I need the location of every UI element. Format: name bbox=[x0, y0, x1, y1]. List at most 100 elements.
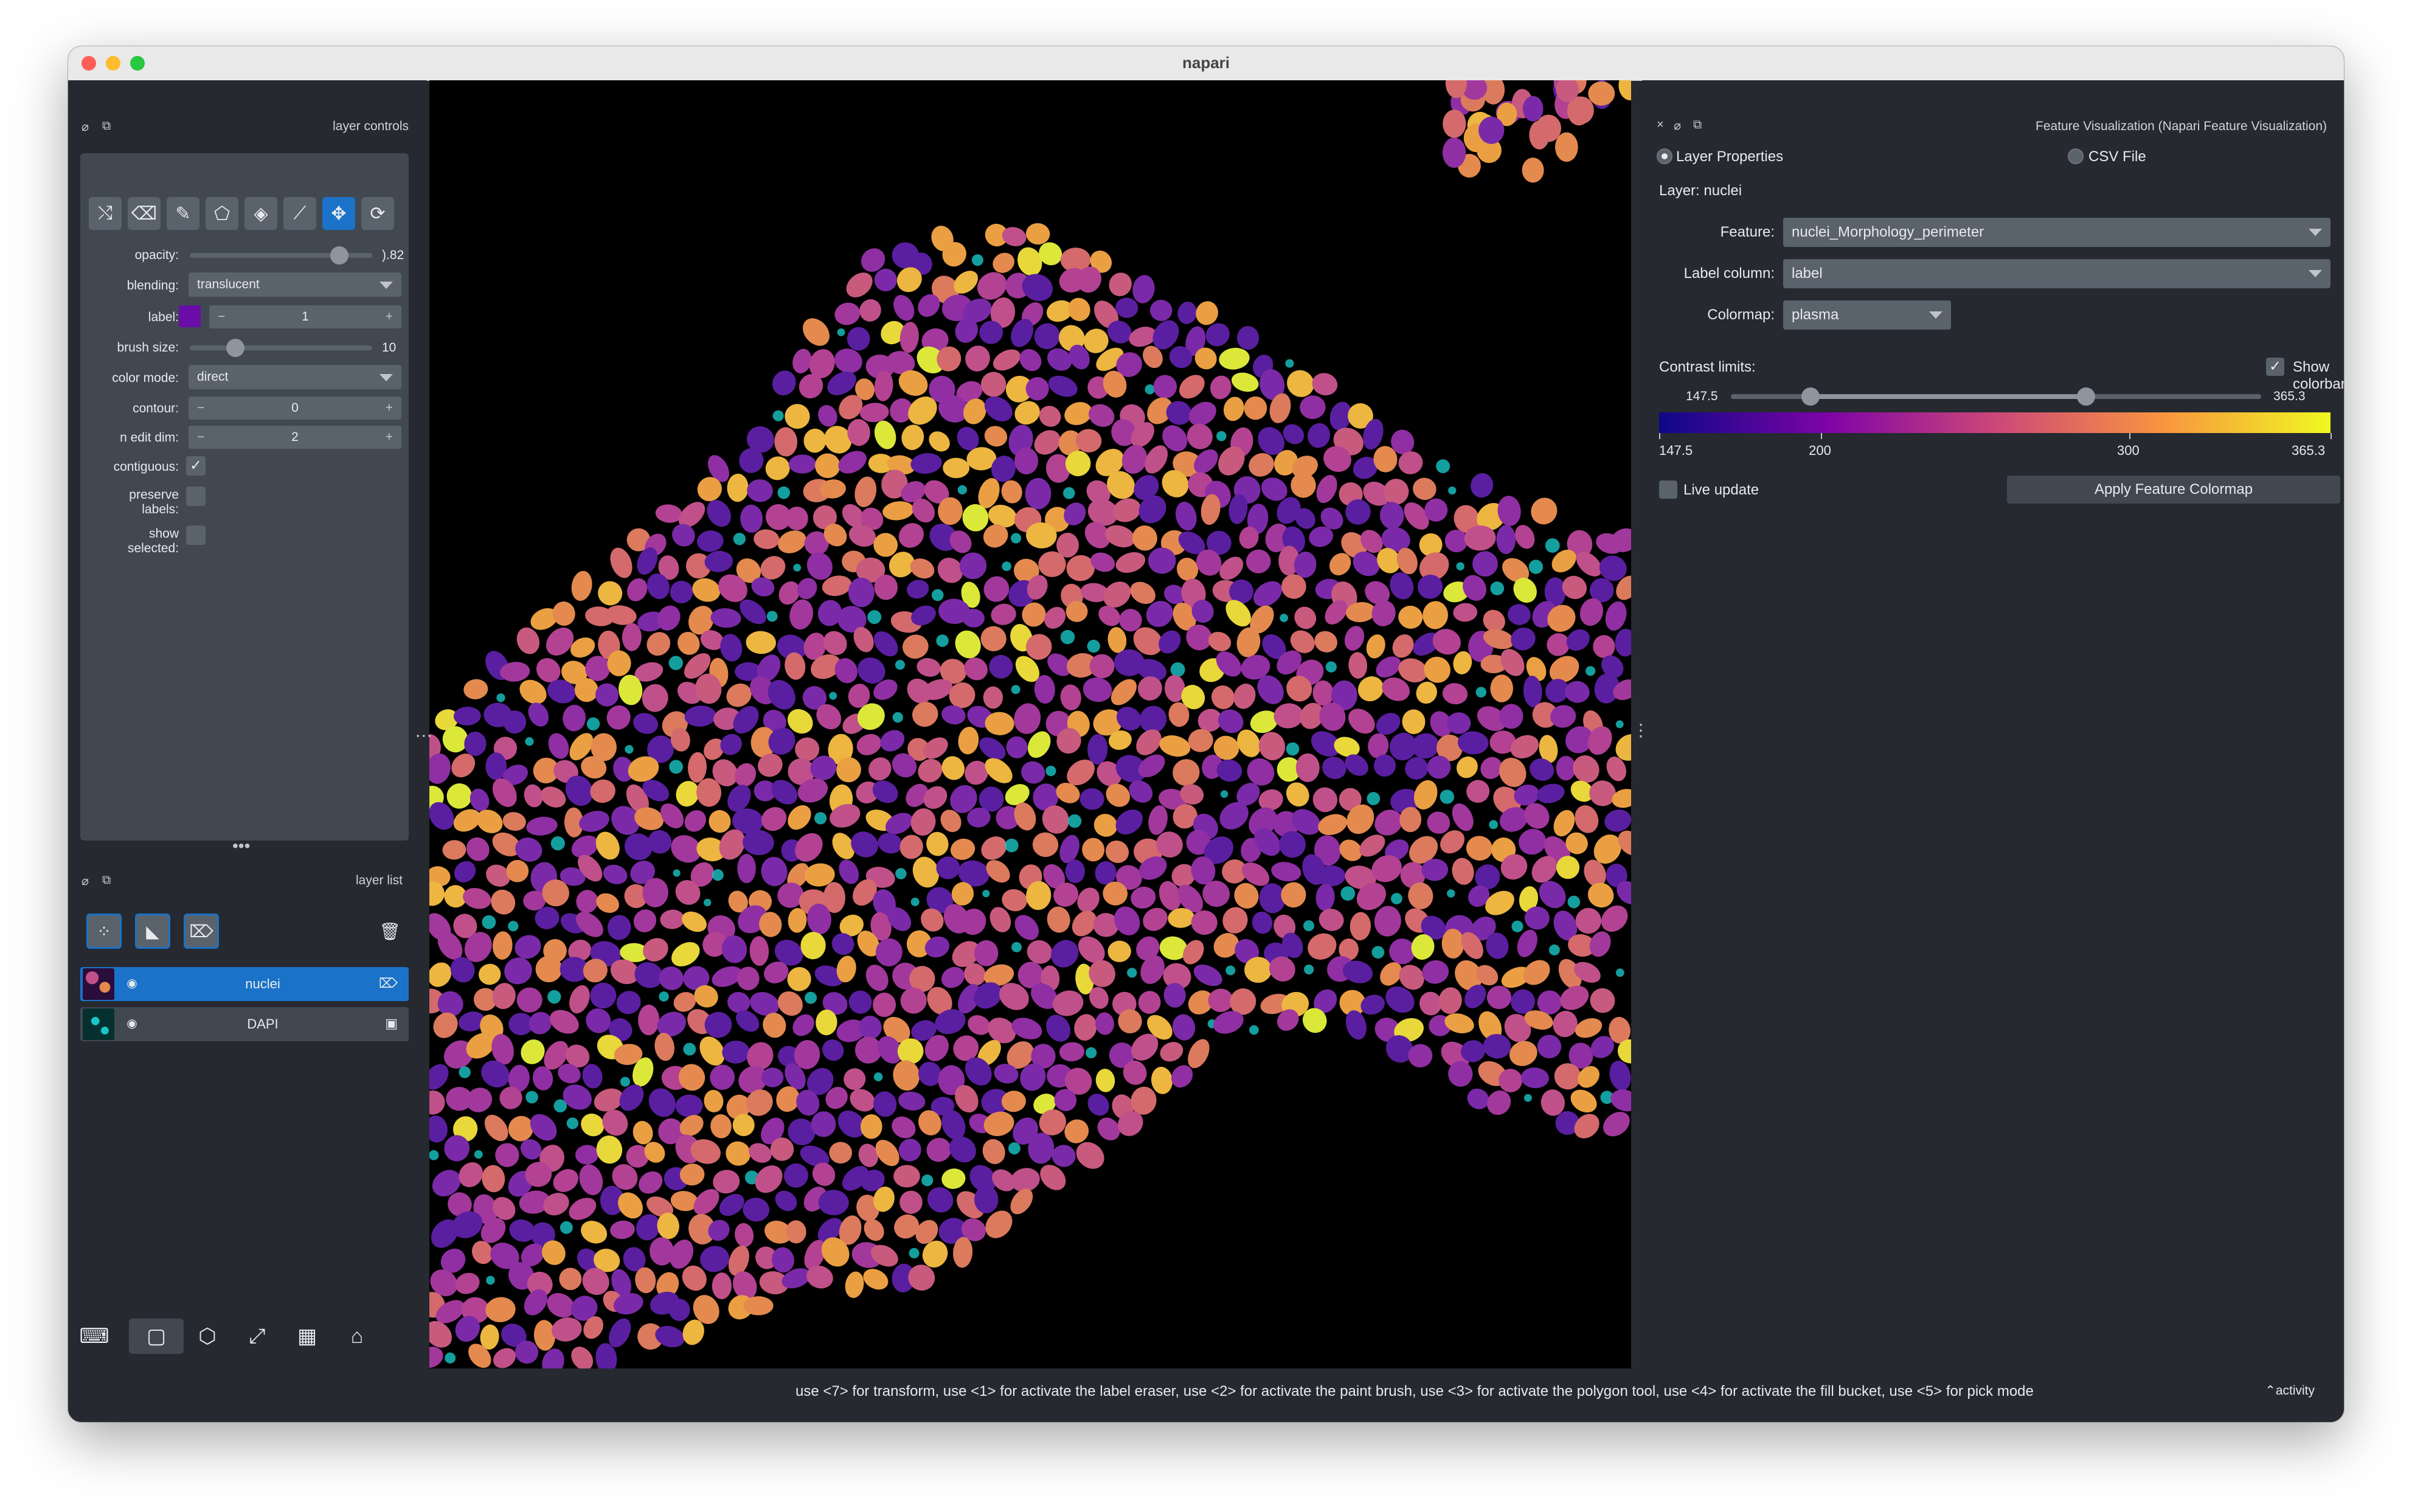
show-colorbar-checkbox[interactable]: ✓ bbox=[2266, 358, 2284, 376]
dapi-spot bbox=[1489, 820, 1499, 830]
new-labels-layer-button[interactable]: ⌦ bbox=[184, 914, 219, 949]
contour-spinbox[interactable]: − 0 + bbox=[189, 397, 401, 420]
nucleus-label bbox=[868, 757, 892, 781]
nucleus-label bbox=[712, 1272, 732, 1300]
new-points-layer-button[interactable]: ⁘ bbox=[86, 914, 122, 949]
contrast-high-handle[interactable] bbox=[2077, 387, 2096, 406]
grid-button[interactable]: ▦ bbox=[289, 1319, 325, 1354]
nucleus-label bbox=[1011, 1018, 1042, 1039]
nucleus-label bbox=[1159, 735, 1191, 757]
eye-icon[interactable]: ◉ bbox=[124, 976, 140, 991]
pan-zoom-tool-button[interactable]: ✥ bbox=[322, 197, 355, 230]
nucleus-label bbox=[610, 1220, 635, 1240]
contrast-low-handle[interactable] bbox=[1801, 387, 1820, 406]
nucleus-label bbox=[1312, 787, 1338, 813]
color-mode-combobox[interactable]: direct bbox=[189, 365, 401, 389]
nucleus-label bbox=[1095, 1012, 1114, 1035]
opacity-slider-handle[interactable] bbox=[330, 246, 348, 265]
close-panel-icon[interactable]: × bbox=[1657, 118, 1664, 132]
nucleus-label bbox=[1025, 223, 1050, 245]
opacity-value[interactable]: ).82 bbox=[382, 248, 404, 263]
shuffle-tool-button[interactable]: ⤭ bbox=[89, 197, 122, 230]
nucleus-label bbox=[710, 1114, 732, 1139]
nucleus-label bbox=[1490, 675, 1513, 702]
contrast-min-value[interactable]: 147.5 bbox=[1686, 389, 1718, 404]
feature-panel-title: Feature Visualization (Napari Feature Vi… bbox=[2036, 119, 2327, 133]
csv-file-radio[interactable] bbox=[2068, 148, 2084, 164]
eraser-tool-button[interactable]: ⌫ bbox=[128, 197, 161, 230]
transpose-dims-button[interactable]: ⤢ bbox=[240, 1319, 275, 1354]
dapi-spot bbox=[1011, 685, 1021, 695]
transform-tool-button[interactable]: ⟳ bbox=[361, 197, 394, 230]
layer-thumbnail bbox=[83, 968, 114, 1000]
preserve-labels-checkbox[interactable] bbox=[186, 487, 206, 506]
eye-icon[interactable]: ◉ bbox=[124, 1016, 140, 1032]
console-button[interactable]: ⌨ bbox=[77, 1319, 112, 1354]
layer-row-nuclei[interactable]: ◉ nuclei ⌦ bbox=[80, 967, 409, 1001]
nucleus-label bbox=[569, 985, 590, 1014]
nucleus-label bbox=[856, 733, 882, 755]
left-splitter-handle[interactable]: ⋮ bbox=[415, 727, 434, 744]
brush-size-slider[interactable] bbox=[190, 345, 372, 350]
nucleus-label bbox=[1515, 525, 1535, 549]
csv-file-radio-label[interactable]: CSV File bbox=[2088, 148, 2146, 165]
blending-combobox[interactable]: translucent bbox=[189, 272, 401, 297]
undock-panel-icon[interactable]: ⧉ bbox=[102, 119, 111, 133]
viewer-canvas[interactable] bbox=[429, 80, 1631, 1368]
undock-panel-icon[interactable]: ⧉ bbox=[102, 873, 111, 887]
nucleus-label bbox=[1052, 1145, 1076, 1167]
increment-icon[interactable]: + bbox=[386, 305, 393, 328]
colorbar-tick-label: 300 bbox=[2117, 443, 2140, 458]
float-panel-icon[interactable]: ⌀ bbox=[81, 873, 89, 889]
dapi-spot bbox=[1063, 487, 1075, 499]
show-colorbar-label[interactable]: Show colorbar bbox=[2293, 359, 2344, 393]
roll-dims-button[interactable]: ⬡ bbox=[190, 1319, 225, 1354]
contrast-max-value[interactable]: 365.3 bbox=[2273, 389, 2306, 404]
layer-row-dapi[interactable]: ◉ DAPI ▣ bbox=[80, 1007, 409, 1041]
new-shapes-layer-button[interactable]: ◣ bbox=[135, 914, 170, 949]
undock-panel-icon[interactable]: ⧉ bbox=[1693, 118, 1702, 132]
new-points-layer-icon: ⁘ bbox=[97, 921, 111, 941]
label-color-swatch[interactable] bbox=[179, 305, 201, 327]
activity-toggle[interactable]: ⌃activity bbox=[2265, 1383, 2315, 1398]
increment-icon[interactable]: + bbox=[386, 397, 393, 420]
colormap-combobox[interactable]: plasma bbox=[1783, 300, 1951, 330]
label-column-combobox[interactable]: label bbox=[1783, 259, 2331, 288]
contiguous-checkbox[interactable]: ✓ bbox=[186, 456, 206, 476]
layer-properties-radio[interactable] bbox=[1657, 148, 1672, 164]
brush-size-value[interactable]: 10 bbox=[382, 341, 396, 355]
nucleus-label bbox=[747, 479, 773, 502]
feature-combobox[interactable]: nuclei_Morphology_perimeter bbox=[1783, 218, 2331, 247]
live-update-checkbox[interactable] bbox=[1659, 480, 1677, 499]
dock-splitter-handle[interactable]: ••• bbox=[232, 837, 250, 855]
float-panel-icon[interactable]: ⌀ bbox=[1674, 118, 1681, 133]
paint-brush-tool-button[interactable]: ✎ bbox=[167, 197, 199, 230]
fill-bucket-tool-button[interactable]: ◈ bbox=[244, 197, 277, 230]
nucleus-label bbox=[983, 1111, 1014, 1136]
increment-icon[interactable]: + bbox=[386, 426, 393, 449]
delete-layer-button[interactable]: 🗑 bbox=[372, 914, 407, 949]
nuclei-image[interactable] bbox=[429, 80, 1631, 1368]
polygon-tool-button[interactable]: ⬠ bbox=[206, 197, 238, 230]
color-picker-icon: ⟋ bbox=[293, 203, 307, 223]
nucleus-label bbox=[1565, 681, 1590, 703]
apply-feature-colormap-button[interactable]: Apply Feature Colormap bbox=[2007, 476, 2340, 504]
brush-size-slider-handle[interactable] bbox=[226, 339, 244, 357]
nucleus-label bbox=[675, 1094, 703, 1117]
color-picker-tool-button[interactable]: ⟋ bbox=[283, 197, 316, 230]
n-edit-dim-spinbox[interactable]: − 2 + bbox=[189, 426, 401, 449]
nucleus-label bbox=[1398, 605, 1423, 629]
home-button[interactable]: ⌂ bbox=[339, 1319, 375, 1354]
show-selected-checkbox[interactable] bbox=[186, 525, 206, 545]
layer-properties-radio-label[interactable]: Layer Properties bbox=[1676, 148, 1783, 165]
nucleus-label bbox=[1308, 423, 1331, 448]
label-spinbox[interactable]: − 1 + bbox=[209, 305, 401, 328]
nucleus-label bbox=[541, 786, 566, 808]
live-update-label[interactable]: Live update bbox=[1683, 482, 1759, 499]
float-panel-icon[interactable]: ⌀ bbox=[81, 119, 89, 134]
ndisplay-toggle-button[interactable]: ▢ bbox=[129, 1319, 184, 1354]
nucleus-label bbox=[1314, 631, 1337, 653]
nucleus-label bbox=[704, 1089, 724, 1112]
nucleus-label bbox=[1087, 1094, 1109, 1116]
activity-label: activity bbox=[2275, 1384, 2315, 1398]
